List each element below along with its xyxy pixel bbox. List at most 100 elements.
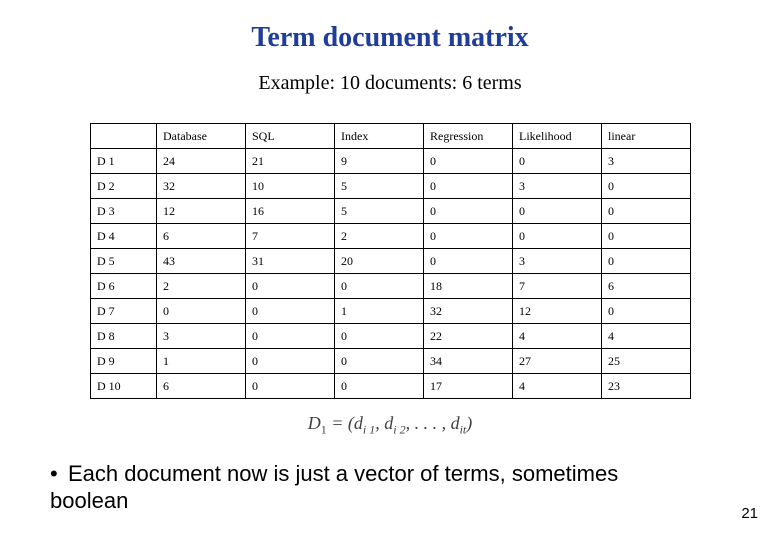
table-cell: 3: [602, 149, 691, 174]
table-cell: 0: [424, 199, 513, 224]
row-label: D 8: [91, 324, 157, 349]
page-number: 21: [741, 505, 758, 522]
formula-term-base: d: [354, 413, 363, 433]
row-label: D 2: [91, 174, 157, 199]
row-label: D 5: [91, 249, 157, 274]
table-cell: 12: [513, 299, 602, 324]
slide: Term document matrix Example: 10 documen…: [0, 0, 780, 540]
table-header-row: Database SQL Index Regression Likelihood…: [91, 124, 691, 149]
table-cell: 1: [157, 349, 246, 374]
table-cell: 0: [246, 274, 335, 299]
table-cell: 0: [602, 224, 691, 249]
table-cell: 43: [157, 249, 246, 274]
table-cell: 0: [424, 174, 513, 199]
table-cell: 3: [513, 174, 602, 199]
table-row: D 4 6 7 2 0 0 0: [91, 224, 691, 249]
table-cell: 16: [246, 199, 335, 224]
table-cell: 23: [602, 374, 691, 399]
table-corner-cell: [91, 124, 157, 149]
table-cell: 3: [157, 324, 246, 349]
table-cell: 6: [157, 374, 246, 399]
table-cell: 2: [157, 274, 246, 299]
table-row: D 5 43 31 20 0 3 0: [91, 249, 691, 274]
table-cell: 34: [424, 349, 513, 374]
table-cell: 22: [424, 324, 513, 349]
table-cell: 2: [335, 224, 424, 249]
table-row: D 9 1 0 0 34 27 25: [91, 349, 691, 374]
table-body: D 1 24 21 9 0 0 3 D 2 32 10 5 0 3 0: [91, 149, 691, 399]
table-cell: 0: [424, 224, 513, 249]
table-cell: 3: [513, 249, 602, 274]
table-row: D 3 12 16 5 0 0 0: [91, 199, 691, 224]
formula-term-sub: i 2: [393, 423, 405, 437]
table-row: D 1 24 21 9 0 0 3: [91, 149, 691, 174]
table-cell: 10: [246, 174, 335, 199]
bullet-text: Each document now is just a vector of te…: [50, 461, 618, 514]
row-label: D 1: [91, 149, 157, 174]
table-cell: 20: [335, 249, 424, 274]
formula-ellipsis: , . . . ,: [406, 413, 451, 433]
table-cell: 0: [602, 299, 691, 324]
term-document-table: Database SQL Index Regression Likelihood…: [90, 123, 691, 399]
col-header: Database: [157, 124, 246, 149]
bullet-dot-icon: •: [50, 460, 68, 488]
col-header: Index: [335, 124, 424, 149]
row-label: D 3: [91, 199, 157, 224]
table-cell: 0: [335, 374, 424, 399]
table-cell: 0: [424, 149, 513, 174]
table-cell: 5: [335, 174, 424, 199]
col-header: Likelihood: [513, 124, 602, 149]
table-cell: 27: [513, 349, 602, 374]
formula-term-base: d: [384, 413, 393, 433]
col-header: SQL: [246, 124, 335, 149]
table-row: D 7 0 0 1 32 12 0: [91, 299, 691, 324]
table-cell: 0: [513, 224, 602, 249]
row-label: D 4: [91, 224, 157, 249]
table-cell: 7: [246, 224, 335, 249]
table-cell: 0: [602, 249, 691, 274]
col-header: linear: [602, 124, 691, 149]
formula-term-sub: i 1: [363, 423, 375, 437]
table-cell: 6: [602, 274, 691, 299]
table-cell: 0: [335, 349, 424, 374]
table-cell: 0: [513, 149, 602, 174]
table-cell: 31: [246, 249, 335, 274]
table-cell: 32: [157, 174, 246, 199]
table-cell: 4: [602, 324, 691, 349]
row-label: D 10: [91, 374, 157, 399]
table-cell: 6: [157, 224, 246, 249]
vector-formula: D1 = (di 1, di 2, . . . , dit): [0, 413, 780, 438]
table-cell: 7: [513, 274, 602, 299]
table-row: D 2 32 10 5 0 3 0: [91, 174, 691, 199]
table-cell: 24: [157, 149, 246, 174]
table-cell: 5: [335, 199, 424, 224]
table-cell: 4: [513, 374, 602, 399]
table-cell: 0: [602, 199, 691, 224]
row-label: D 9: [91, 349, 157, 374]
table-cell: 32: [424, 299, 513, 324]
table-cell: 0: [246, 324, 335, 349]
row-label: D 6: [91, 274, 157, 299]
table-cell: 4: [513, 324, 602, 349]
example-subtitle: Example: 10 documents: 6 terms: [0, 72, 780, 95]
table-cell: 0: [513, 199, 602, 224]
table-cell: 18: [424, 274, 513, 299]
table-cell: 0: [335, 324, 424, 349]
table-cell: 25: [602, 349, 691, 374]
table-cell: 0: [602, 174, 691, 199]
table-cell: 0: [246, 349, 335, 374]
table-row: D 10 6 0 0 17 4 23: [91, 374, 691, 399]
table-row: D 8 3 0 0 22 4 4: [91, 324, 691, 349]
table-cell: 17: [424, 374, 513, 399]
table-cell: 0: [335, 274, 424, 299]
page-title: Term document matrix: [0, 0, 780, 54]
col-header: Regression: [424, 124, 513, 149]
table-cell: 12: [157, 199, 246, 224]
row-label: D 7: [91, 299, 157, 324]
table-cell: 21: [246, 149, 335, 174]
table-cell: 0: [246, 299, 335, 324]
bullet-line: •Each document now is just a vector of t…: [50, 460, 690, 515]
formula-close: ): [466, 413, 472, 433]
table-cell: 0: [424, 249, 513, 274]
term-document-table-wrap: Database SQL Index Regression Likelihood…: [90, 123, 690, 399]
